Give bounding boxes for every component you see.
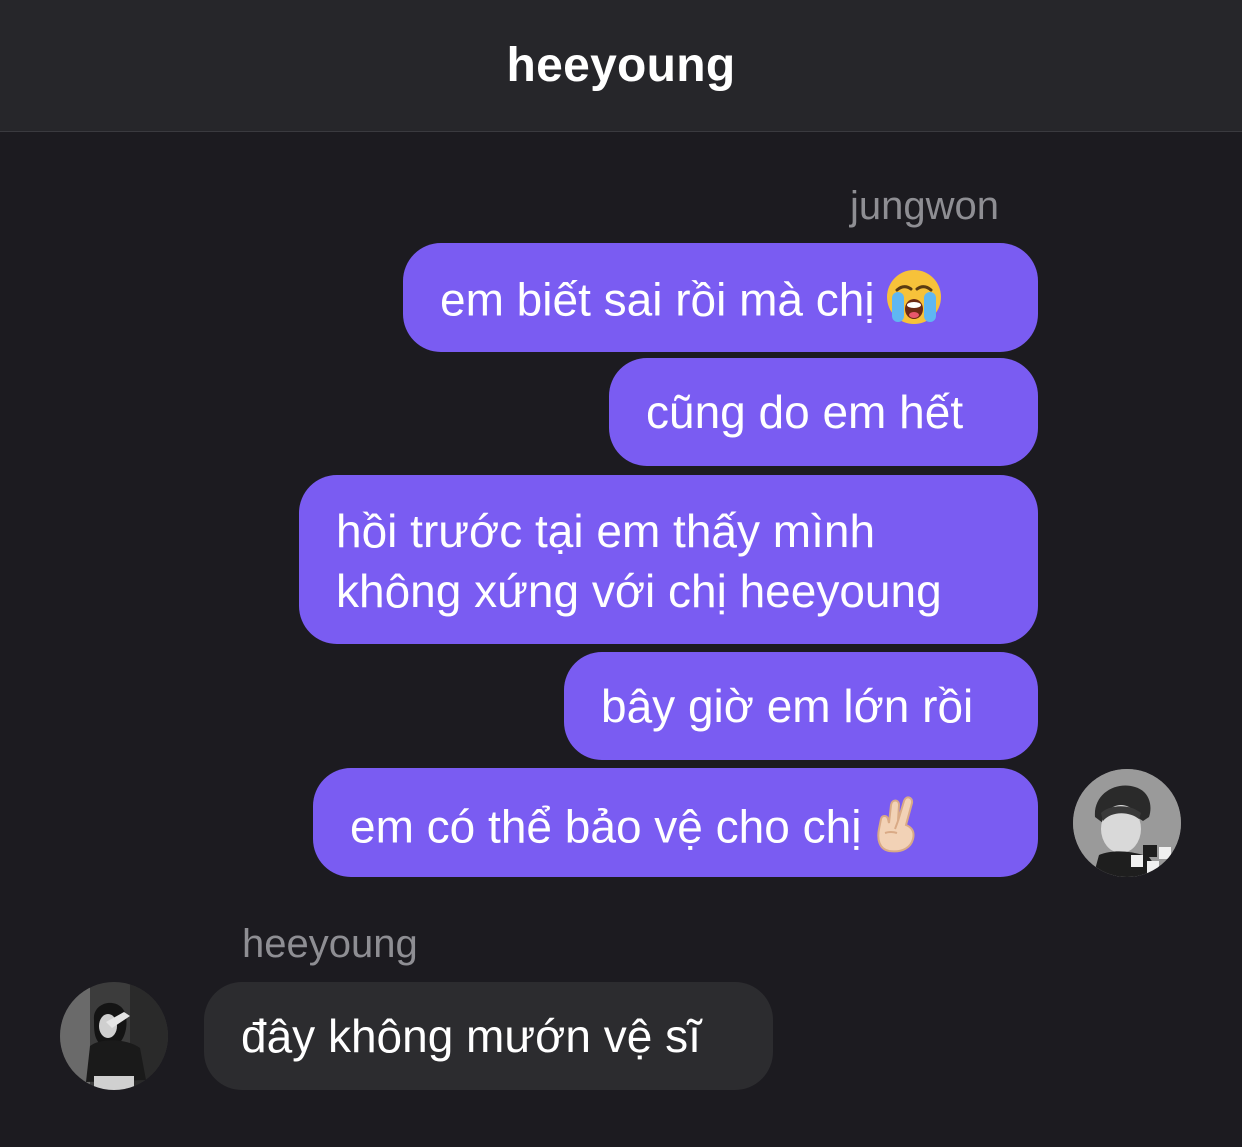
- message-text: em có thể bảo vệ cho chị: [350, 800, 862, 853]
- message-text-line: không xứng với chị heeyoung: [336, 565, 942, 617]
- message-text: đây không mướn vệ sĩ: [241, 1010, 701, 1062]
- message-bubble[interactable]: đây không mướn vệ sĩ: [204, 982, 773, 1090]
- loudly-crying-face-icon: [885, 268, 943, 339]
- message-bubble[interactable]: bây giờ em lớn rồi: [564, 652, 1038, 760]
- message-bubble[interactable]: em biết sai rồi mà chị: [403, 243, 1038, 352]
- chat-screen: heeyoung jungwon em biết sai rồi mà chị …: [0, 0, 1242, 1147]
- chat-header: heeyoung: [0, 0, 1242, 132]
- message-bubble[interactable]: hồi trước tại em thấy mình không xứng vớ…: [299, 475, 1038, 644]
- sender-name-heeyoung: heeyoung: [242, 922, 418, 966]
- message-text: cũng do em hết: [646, 386, 964, 438]
- message-text: bây giờ em lớn rồi: [601, 680, 974, 732]
- message-bubble[interactable]: em có thể bảo vệ cho chị: [313, 768, 1038, 877]
- message-text-line: hồi trước tại em thấy mình: [336, 505, 876, 557]
- avatar-jungwon[interactable]: [1073, 769, 1181, 877]
- message-bubble[interactable]: cũng do em hết: [609, 358, 1038, 466]
- avatar-heeyoung[interactable]: [60, 982, 168, 1090]
- hand-with-index-and-middle-fingers-crossed-icon: [871, 793, 925, 868]
- chat-title: heeyoung: [506, 39, 736, 92]
- message-text: em biết sai rồi mà chị: [440, 273, 875, 326]
- sender-name-jungwon: jungwon: [849, 184, 999, 228]
